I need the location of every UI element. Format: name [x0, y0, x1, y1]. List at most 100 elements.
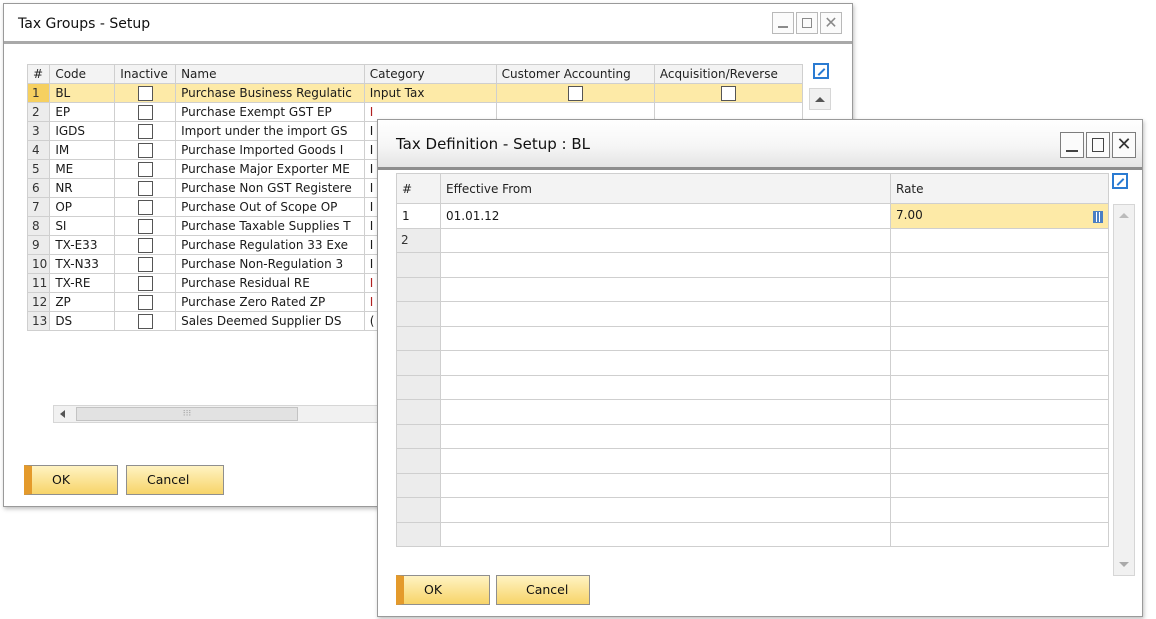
name-cell[interactable]: Purchase Regulation 33 Exe — [175, 235, 365, 255]
row-number[interactable]: 13 — [26, 311, 51, 331]
column-header-name[interactable]: Name — [175, 64, 365, 84]
minimize-icon[interactable] — [1060, 132, 1084, 158]
vertical-scrollbar[interactable] — [809, 88, 831, 110]
column-header-rate[interactable]: Rate — [890, 173, 1109, 204]
scroll-up-arrow-icon[interactable] — [1119, 213, 1129, 218]
name-cell[interactable]: Purchase Business Regulatic — [175, 83, 365, 103]
inactive-checkbox[interactable] — [137, 294, 153, 310]
name-cell[interactable]: Purchase Non GST Registere — [175, 178, 365, 198]
maximize-icon[interactable] — [1086, 132, 1110, 158]
inactive-checkbox[interactable] — [137, 123, 153, 139]
row-number[interactable]: 9 — [26, 235, 51, 255]
column-header-acquisition-reverse[interactable]: Acquisition/Reverse — [653, 64, 804, 84]
column-header-num[interactable]: # — [26, 64, 51, 84]
code-cell[interactable]: ME — [49, 159, 116, 179]
row-number[interactable]: 7 — [26, 197, 51, 217]
vertical-scrollbar[interactable] — [1113, 204, 1135, 576]
row-number[interactable]: 3 — [26, 121, 51, 141]
row-number[interactable]: 2 — [26, 102, 51, 122]
name-cell[interactable]: Purchase Exempt GST EP — [175, 102, 365, 122]
inactive-checkbox[interactable] — [137, 161, 153, 177]
code-cell[interactable]: TX-RE — [49, 273, 116, 293]
inactive-checkbox[interactable] — [137, 142, 153, 158]
table-row[interactable]: 2 — [396, 227, 1109, 253]
ok-button[interactable]: OK — [396, 575, 490, 605]
inactive-checkbox[interactable] — [137, 199, 153, 215]
code-cell[interactable]: DS — [49, 311, 116, 331]
inactive-checkbox[interactable] — [137, 237, 153, 253]
effective-from-cell[interactable]: 01.01.12 — [440, 203, 891, 229]
inactive-checkbox[interactable] — [137, 180, 153, 196]
maximize-icon[interactable] — [796, 12, 818, 34]
table-row[interactable]: 1 01.01.12 7.00 — [396, 203, 1109, 229]
scroll-up-arrow-icon[interactable] — [815, 97, 825, 102]
name-cell[interactable]: Purchase Residual RE — [175, 273, 365, 293]
code-cell[interactable]: TX-E33 — [49, 235, 116, 255]
inactive-checkbox[interactable] — [137, 85, 153, 101]
close-icon[interactable]: ✕ — [1112, 132, 1136, 158]
name-cell[interactable]: Purchase Taxable Supplies T — [175, 216, 365, 236]
row-number[interactable]: 1 — [26, 83, 51, 103]
minimize-icon[interactable] — [772, 12, 794, 34]
row-number[interactable]: 1 — [396, 203, 441, 229]
name-cell[interactable]: Purchase Zero Rated ZP — [175, 292, 365, 312]
row-number[interactable]: 6 — [26, 178, 51, 198]
effective-from-cell[interactable] — [440, 227, 891, 253]
calculator-icon[interactable] — [1093, 211, 1103, 224]
inactive-checkbox[interactable] — [137, 275, 153, 291]
code-cell[interactable]: TX-N33 — [49, 254, 116, 274]
table-row[interactable]: 1 BL Purchase Business Regulatic Input T… — [26, 83, 804, 103]
rate-cell[interactable] — [890, 227, 1109, 253]
row-number[interactable]: 5 — [26, 159, 51, 179]
cancel-button[interactable]: Cancel — [496, 575, 590, 605]
cancel-button[interactable]: Cancel — [126, 465, 224, 495]
column-header-num[interactable]: # — [396, 173, 441, 204]
inactive-cell — [114, 178, 177, 198]
inactive-checkbox[interactable] — [137, 256, 153, 272]
expand-arrow-icon[interactable] — [813, 63, 829, 79]
column-header-category[interactable]: Category — [363, 64, 497, 84]
ok-button[interactable]: OK — [24, 465, 118, 495]
name-cell[interactable]: Import under the import GS — [175, 121, 365, 141]
column-header-inactive[interactable]: Inactive — [114, 64, 177, 84]
expand-arrow-icon[interactable] — [1112, 173, 1128, 189]
name-cell[interactable]: Sales Deemed Supplier DS — [175, 311, 365, 331]
tax-definition-titlebar[interactable]: Tax Definition - Setup : BL ✕ — [378, 120, 1142, 170]
code-cell[interactable]: OP — [49, 197, 116, 217]
acquisition-reverse-checkbox[interactable] — [720, 85, 736, 101]
row-number[interactable]: 10 — [26, 254, 51, 274]
row-number — [396, 374, 441, 400]
code-cell[interactable]: EP — [49, 102, 116, 122]
close-icon[interactable]: ✕ — [820, 12, 842, 34]
name-cell[interactable]: Purchase Imported Goods I — [175, 140, 365, 160]
row-number[interactable]: 11 — [26, 273, 51, 293]
name-cell[interactable]: Purchase Major Exporter ME — [175, 159, 365, 179]
code-cell[interactable]: SI — [49, 216, 116, 236]
row-number[interactable]: 8 — [26, 216, 51, 236]
inactive-checkbox[interactable] — [137, 313, 153, 329]
code-cell[interactable]: IM — [49, 140, 116, 160]
name-cell[interactable]: Purchase Out of Scope OP — [175, 197, 365, 217]
code-cell[interactable]: BL — [49, 83, 116, 103]
row-number[interactable]: 12 — [26, 292, 51, 312]
row-number[interactable]: 4 — [26, 140, 51, 160]
row-number[interactable]: 2 — [396, 227, 441, 253]
code-cell[interactable]: NR — [49, 178, 116, 198]
column-header-code[interactable]: Code — [49, 64, 116, 84]
inactive-checkbox[interactable] — [137, 218, 153, 234]
customer-accounting-checkbox[interactable] — [567, 85, 583, 101]
scroll-down-arrow-icon[interactable] — [1119, 562, 1129, 567]
category-cell[interactable]: Input Tax — [363, 83, 497, 103]
column-header-customer-accounting[interactable]: Customer Accounting — [495, 64, 655, 84]
name-cell[interactable]: Purchase Non-Regulation 3 — [175, 254, 365, 274]
tax-groups-titlebar[interactable]: Tax Groups - Setup ✕ — [4, 4, 852, 44]
rate-cell[interactable]: 7.00 — [890, 203, 1109, 229]
code-cell[interactable]: IGDS — [49, 121, 116, 141]
horizontal-scrollbar[interactable]: ⁝⁝⁝ — [53, 405, 383, 423]
scrollbar-thumb[interactable]: ⁝⁝⁝ — [76, 407, 298, 421]
code-cell[interactable]: ZP — [49, 292, 116, 312]
scroll-left-arrow-icon[interactable] — [60, 410, 65, 418]
column-header-effective-from[interactable]: Effective From — [440, 173, 891, 204]
inactive-checkbox[interactable] — [137, 104, 153, 120]
row-number — [396, 399, 441, 425]
